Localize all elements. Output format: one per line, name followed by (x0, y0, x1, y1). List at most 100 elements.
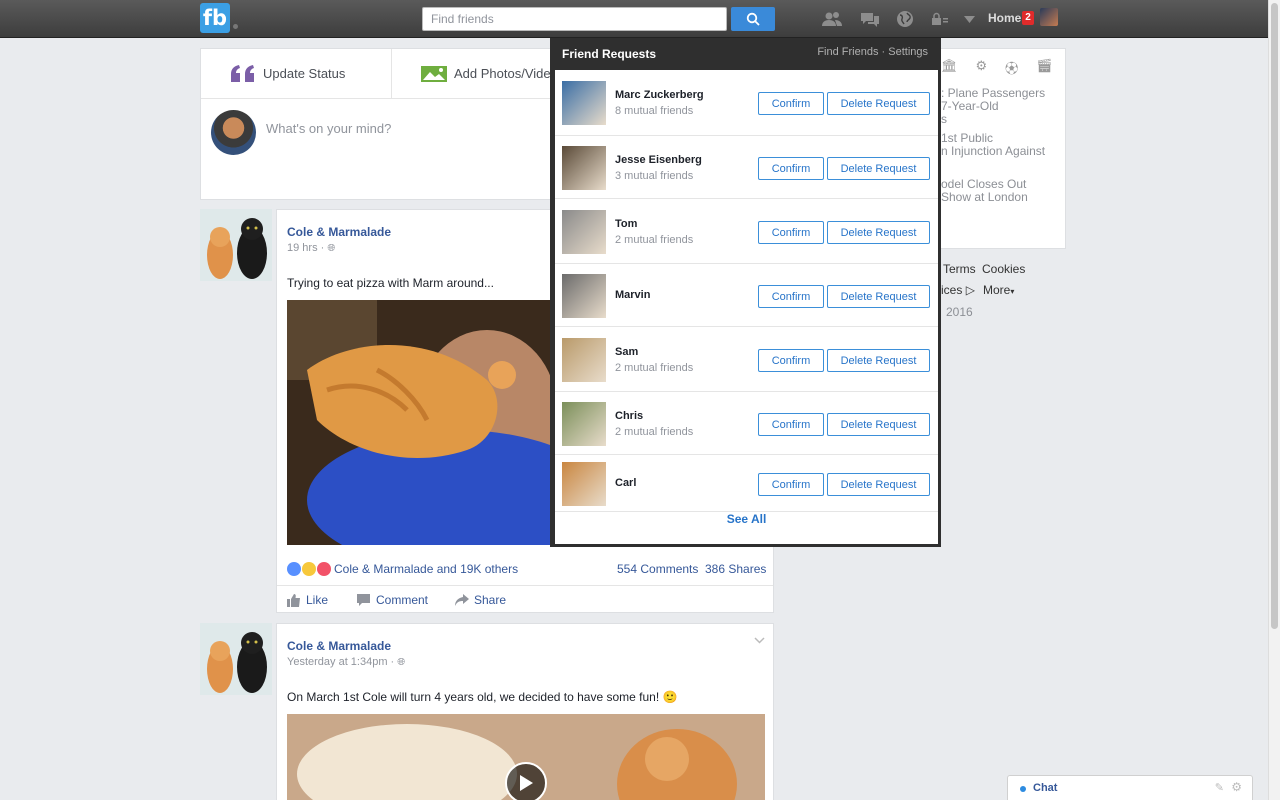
friend-request-row: Chris 2 mutual friends Confirm Delete Reque… (555, 392, 938, 455)
messages-icon[interactable] (859, 10, 881, 28)
mutual-friends-count[interactable]: 2 mutual friends (615, 362, 693, 374)
delete-request-button[interactable]: Delete Request (827, 473, 930, 496)
trending-item[interactable]: odel Closes Out Show at London (941, 178, 1066, 204)
tab-add-photos-video[interactable]: Add Photos/Video (420, 49, 570, 98)
entertainment-icon[interactable]: 🎬︎ (1036, 58, 1053, 77)
scrollbar[interactable] (1268, 0, 1280, 800)
sports-icon[interactable]: ⚽︎ (1005, 58, 1018, 77)
comment-button[interactable]: Comment (357, 593, 428, 607)
friend-request-photo[interactable] (562, 274, 606, 318)
confirm-button[interactable]: Confirm (758, 92, 824, 115)
trending-box: 🏛︎ ⚙︎ ⚽︎ 🎬︎ : Plane Passengers 7-Year-Ol… (932, 48, 1066, 249)
post-author-avatar[interactable] (200, 623, 272, 695)
tab-update-status[interactable]: Update Status (229, 49, 389, 98)
friends-icon[interactable] (821, 10, 843, 28)
trending-item[interactable]: : Plane Passengers 7-Year-Old s (941, 87, 1066, 126)
post-author-name[interactable]: Cole & Marmalade (287, 225, 391, 239)
friend-request-row: Sam 2 mutual friends Confirm Delete Request (555, 327, 938, 392)
post-timestamp[interactable]: Yesterday at 1:34pm · 🌐︎ (287, 656, 405, 668)
friend-request-photo[interactable] (562, 146, 606, 190)
friend-request-photo[interactable] (562, 402, 606, 446)
confirm-button[interactable]: Confirm (758, 473, 824, 496)
confirm-button[interactable]: Confirm (758, 285, 824, 308)
confirm-button[interactable]: Confirm (758, 349, 824, 372)
delete-request-button[interactable]: Delete Request (827, 285, 930, 308)
scrollbar-thumb[interactable] (1271, 3, 1278, 629)
mutual-friends-count[interactable]: 8 mutual friends (615, 105, 693, 117)
copyright-year: 2016 (946, 305, 973, 319)
search-input[interactable]: Find friends (422, 7, 727, 31)
privacy-lock-icon[interactable] (931, 10, 949, 28)
find-friends-link[interactable]: Find Friends (817, 46, 878, 58)
status-input[interactable]: What's on your mind? (266, 121, 391, 136)
play-icon[interactable] (505, 762, 547, 800)
comments-count[interactable]: 554 Comments (617, 562, 698, 576)
friend-request-name[interactable]: Carl (615, 477, 636, 489)
ad-choices-link[interactable]: ices ▷ (941, 283, 975, 297)
friend-request-row: Marvin Confirm Delete Request (555, 264, 938, 327)
delete-request-button[interactable]: Delete Request (827, 92, 930, 115)
friend-request-photo[interactable] (562, 210, 606, 254)
shares-count[interactable]: 386 Shares (705, 562, 766, 576)
friend-request-name[interactable]: Sam (615, 346, 638, 358)
friend-requests-dropdown: Friend Requests Find Friends · Settings … (550, 38, 941, 547)
compose-icon[interactable]: ✎ (1215, 781, 1224, 794)
chat-bar[interactable]: Chat ✎ ⚙︎ (1007, 775, 1253, 800)
love-reaction-icon (317, 562, 331, 576)
friend-request-name[interactable]: Jesse Eisenberg (615, 154, 702, 166)
friend-request-photo[interactable] (562, 81, 606, 125)
globe-icon[interactable] (896, 10, 914, 28)
share-label: Share (474, 593, 507, 607)
share-icon (455, 594, 469, 606)
mutual-friends-count[interactable]: 2 mutual friends (615, 234, 693, 246)
share-button[interactable]: Share (455, 593, 506, 607)
link-separator: · (878, 46, 889, 58)
delete-request-button[interactable]: Delete Request (827, 349, 930, 372)
friend-requests-links: Find Friends · Settings (817, 46, 928, 58)
confirm-button[interactable]: Confirm (758, 413, 824, 436)
trending-line: 7-Year-Old (941, 99, 999, 113)
science-icon[interactable]: ⚙︎ (976, 58, 988, 77)
delete-request-button[interactable]: Delete Request (827, 413, 930, 436)
search-button[interactable] (731, 7, 775, 31)
reaction-summary[interactable]: Cole & Marmalade and 19K others (287, 562, 518, 576)
chevron-down-icon[interactable] (963, 10, 975, 28)
friend-request-name[interactable]: Marvin (615, 289, 650, 301)
mutual-friends-count[interactable]: 2 mutual friends (615, 426, 693, 438)
friend-request-photo[interactable] (562, 462, 606, 506)
home-link[interactable]: Home (988, 11, 1021, 25)
like-button[interactable]: Like (287, 593, 328, 607)
post-author-avatar[interactable] (200, 209, 272, 281)
chevron-down-icon: ▾ (1010, 287, 1015, 296)
confirm-button[interactable]: Confirm (758, 221, 824, 244)
friend-request-row: Tom 2 mutual friends Confirm Delete Request (555, 199, 938, 264)
friend-request-name[interactable]: Tom (615, 218, 637, 230)
chevron-down-icon[interactable] (754, 633, 765, 647)
terms-link[interactable]: Terms (943, 262, 976, 276)
settings-link[interactable]: Settings (888, 46, 928, 58)
post-timestamp[interactable]: 19 hrs · 🌐︎ (287, 242, 335, 254)
mutual-friends-count[interactable]: 3 mutual friends (615, 170, 693, 182)
post-video[interactable] (287, 714, 765, 800)
confirm-button[interactable]: Confirm (758, 157, 824, 180)
gear-icon[interactable]: ⚙︎ (1231, 780, 1242, 794)
see-all-link[interactable]: See All (555, 512, 938, 526)
cookies-link[interactable]: Cookies (982, 262, 1025, 276)
logo[interactable]: fb (200, 3, 230, 33)
friend-request-name[interactable]: Marc Zuckerberg (615, 89, 704, 101)
avatar (211, 110, 256, 155)
more-link[interactable]: More▾ (983, 283, 1014, 297)
trending-item[interactable]: 1st Public n Injunction Against (941, 132, 1066, 158)
trending-category-icons: 🏛︎ ⚙︎ ⚽︎ 🎬︎ (941, 58, 1053, 77)
trending-line: n Injunction Against (941, 144, 1046, 158)
avatar[interactable] (1040, 8, 1058, 26)
post-photo[interactable] (287, 300, 561, 545)
delete-request-button[interactable]: Delete Request (827, 157, 930, 180)
politics-icon[interactable]: 🏛︎ (941, 58, 958, 77)
online-status-dot (1020, 786, 1026, 792)
friend-request-photo[interactable] (562, 338, 606, 382)
friend-request-name[interactable]: Chris (615, 410, 643, 422)
post-time-text: 19 hrs · (287, 242, 328, 254)
post-author-name[interactable]: Cole & Marmalade (287, 639, 391, 653)
delete-request-button[interactable]: Delete Request (827, 221, 930, 244)
